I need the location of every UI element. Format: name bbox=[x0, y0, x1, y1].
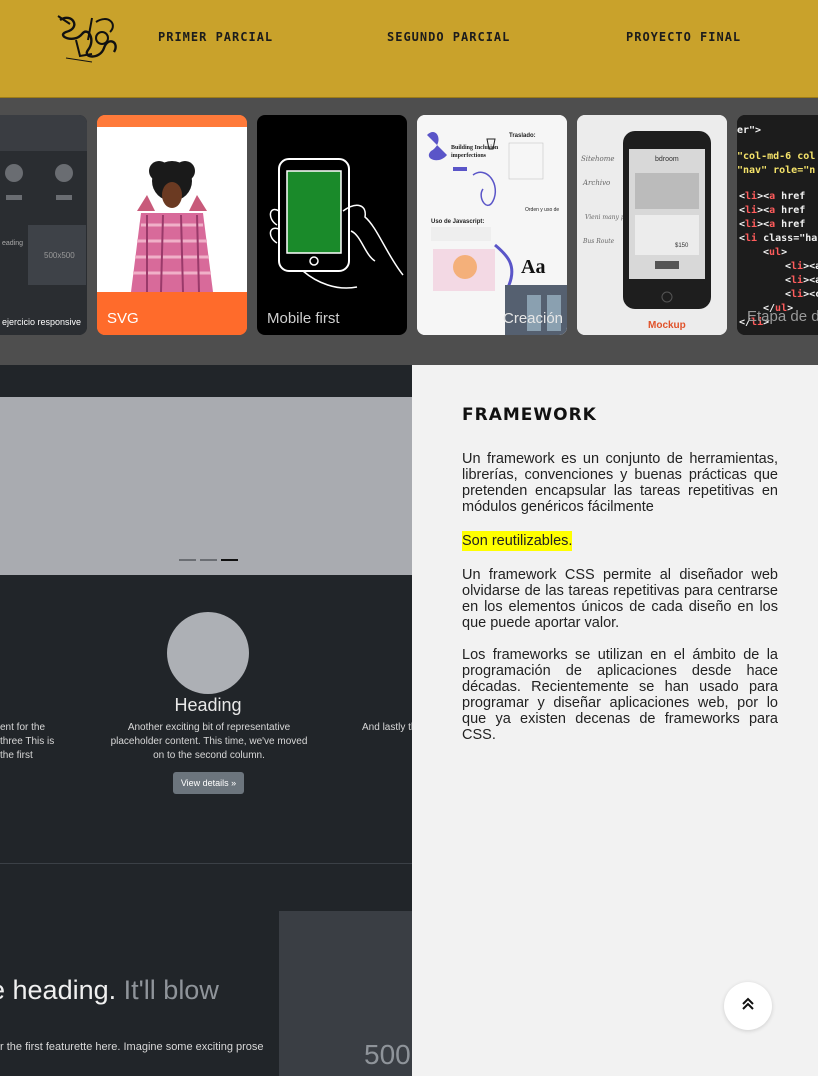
highlighted-text: Son reutilizables. bbox=[462, 531, 573, 551]
carousel-indicator[interactable] bbox=[179, 559, 196, 561]
view-details-button[interactable]: View details » bbox=[173, 772, 244, 794]
gallery-card[interactable]: er"> "col-md-6 col "nav" role="n <li><a … bbox=[737, 115, 818, 335]
site-header: PRIMER PARCIAL SEGUNDO PARCIAL PROYECTO … bbox=[0, 0, 818, 98]
svg-text:imperfections: imperfections bbox=[451, 153, 487, 159]
svg-text:<li><a: <li><a bbox=[785, 274, 818, 286]
article-title: FRAMEWORK bbox=[462, 405, 597, 425]
card-label: SVG bbox=[107, 310, 139, 327]
svg-text:<li><a href: <li><a href bbox=[739, 190, 805, 202]
project-gallery: 500x500 eading ejercicio responsive SVG bbox=[0, 98, 818, 365]
svg-text:eading: eading bbox=[2, 240, 23, 247]
gallery-card[interactable]: Sitehome Archivo Vieni many people? Bus … bbox=[577, 115, 727, 335]
svg-text:<li class="has: <li class="has bbox=[739, 232, 818, 244]
svg-text:Orden y uso de: Orden y uso de bbox=[525, 207, 559, 213]
svg-text:Archivo: Archivo bbox=[582, 179, 610, 187]
double-chevron-up-icon bbox=[740, 996, 756, 1016]
gallery-card[interactable]: 500x500 eading ejercicio responsive bbox=[0, 115, 87, 335]
template-preview: Heading ent for the three This is the fi… bbox=[0, 365, 412, 1076]
svg-text:<li><a href: <li><a href bbox=[739, 204, 805, 216]
featurette-divider bbox=[0, 863, 412, 864]
svg-text:Aa: Aa bbox=[521, 256, 545, 278]
carousel-indicator-active[interactable] bbox=[221, 559, 238, 561]
svg-text:er">: er"> bbox=[737, 125, 761, 136]
svg-text:$150: $150 bbox=[675, 243, 689, 249]
svg-text:"nav" role="n: "nav" role="n bbox=[737, 165, 815, 176]
column-left-text: ent for the three This is the first bbox=[0, 722, 55, 761]
card-label: Creación bbox=[503, 310, 564, 327]
nav-segundo-parcial[interactable]: SEGUNDO PARCIAL bbox=[387, 30, 510, 44]
column-right-text: And lastly th bbox=[362, 722, 412, 733]
gallery-card[interactable]: Building Inclusion imperfections Traslad… bbox=[417, 115, 567, 335]
gallery-card[interactable]: SVG bbox=[97, 115, 247, 335]
placeholder-circle-image bbox=[167, 612, 249, 694]
nav-primer-parcial[interactable]: PRIMER PARCIAL bbox=[158, 30, 273, 44]
featurette-image-text: 500 bbox=[364, 1039, 411, 1070]
svg-text:500x500: 500x500 bbox=[44, 251, 75, 260]
logo[interactable] bbox=[52, 10, 124, 66]
carousel-placeholder[interactable] bbox=[0, 397, 412, 575]
nav-proyecto-final[interactable]: PROYECTO FINAL bbox=[626, 30, 741, 44]
scroll-to-top-button[interactable] bbox=[724, 982, 772, 1030]
featurette-heading: e heading. It'll blow bbox=[0, 975, 219, 1006]
svg-text:<li><cl: <li><cl bbox=[785, 288, 818, 300]
svg-text:<li><a: <li><a bbox=[785, 260, 818, 272]
svg-text:bdroom: bdroom bbox=[655, 156, 679, 163]
featurette-text: r the first featurette here. Imagine som… bbox=[0, 1041, 264, 1053]
card-label: Etapa de desarrollo bbox=[747, 308, 818, 325]
svg-text:Uso de Javascript:: Uso de Javascript: bbox=[431, 219, 484, 225]
card-label: ejercicio responsive bbox=[2, 317, 82, 327]
article-paragraph: Los frameworks se utilizan en el ámbito … bbox=[462, 647, 778, 743]
featurette-heading-muted: It'll blow bbox=[123, 975, 219, 1005]
svg-text:Bus Route: Bus Route bbox=[582, 238, 615, 245]
svg-text:"col-md-6 col: "col-md-6 col bbox=[737, 151, 815, 162]
article-paragraph: Un framework CSS permite al diseñador we… bbox=[462, 567, 778, 631]
carousel-indicator[interactable] bbox=[200, 559, 217, 561]
card-label: Mobile first bbox=[267, 310, 340, 327]
article-body: Un framework es un conjunto de herramien… bbox=[462, 451, 778, 759]
featurette-heading-main: e heading. bbox=[0, 975, 117, 1005]
svg-text:<ul>: <ul> bbox=[763, 247, 787, 258]
svg-text:Building Inclusion: Building Inclusion bbox=[451, 145, 499, 151]
card-label: Mockup bbox=[648, 320, 686, 331]
column-center-text: Another exciting bit of representative p… bbox=[110, 722, 308, 761]
svg-text:Traslado:: Traslado: bbox=[509, 133, 536, 139]
framework-article: FRAMEWORK Un framework es un conjunto de… bbox=[412, 365, 818, 1076]
gallery-card[interactable]: Mobile first bbox=[257, 115, 407, 335]
svg-text:<li><a href: <li><a href bbox=[739, 218, 805, 230]
svg-text:Sitehome: Sitehome bbox=[581, 155, 615, 163]
column-heading: Heading bbox=[174, 695, 242, 715]
article-paragraph: Un framework es un conjunto de herramien… bbox=[462, 451, 778, 515]
